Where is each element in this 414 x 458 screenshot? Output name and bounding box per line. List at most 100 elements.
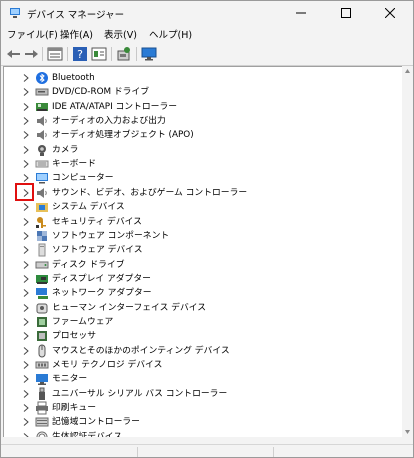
scan-hardware-icon[interactable] bbox=[116, 46, 132, 62]
tree-item-label: ディスク ドライブ bbox=[52, 259, 125, 270]
keyboard-icon bbox=[35, 160, 49, 168]
maximize-button[interactable] bbox=[323, 1, 369, 25]
tree-item[interactable]: IDE ATA/ATAPI コントローラー bbox=[4, 100, 402, 114]
speaker-icon bbox=[37, 130, 47, 141]
tree-item[interactable]: モニター bbox=[4, 372, 402, 386]
dvd-drive-icon bbox=[35, 88, 49, 96]
tree-item[interactable]: メモリ テクノロジ デバイス bbox=[4, 358, 402, 372]
chevron-right-icon[interactable] bbox=[23, 203, 29, 212]
menu-view[interactable]: 表示(V) bbox=[104, 27, 137, 41]
device-tree[interactable]: Bluetooth DVD/CD-ROM ドライブ IDE ATA/ATAPI コン… bbox=[3, 66, 403, 438]
printer-icon bbox=[36, 401, 48, 415]
tree-item[interactable]: ファームウェア bbox=[4, 315, 402, 329]
menu-file[interactable]: ファイル(F) bbox=[7, 27, 58, 41]
chevron-right-icon[interactable] bbox=[23, 289, 29, 298]
close-button[interactable] bbox=[367, 1, 413, 25]
chevron-right-icon[interactable] bbox=[23, 389, 29, 398]
software-device-icon bbox=[38, 243, 46, 257]
chevron-right-icon[interactable] bbox=[23, 174, 29, 183]
tree-item[interactable]: プロセッサ bbox=[4, 329, 402, 343]
properties-icon[interactable] bbox=[47, 46, 63, 62]
tree-item[interactable]: システム デバイス bbox=[4, 200, 402, 214]
tree-item[interactable]: Bluetooth bbox=[4, 71, 402, 85]
chevron-right-icon[interactable] bbox=[23, 260, 29, 269]
help-icon[interactable]: ? bbox=[72, 46, 88, 62]
chevron-right-icon[interactable] bbox=[23, 145, 29, 154]
chevron-right-icon[interactable] bbox=[23, 131, 29, 140]
monitor-icon[interactable] bbox=[141, 46, 157, 62]
speaker-icon bbox=[37, 116, 47, 127]
chevron-right-icon[interactable] bbox=[23, 418, 29, 427]
vertical-scrollbar[interactable] bbox=[402, 66, 413, 438]
tree-item[interactable]: 記憶域コントローラー bbox=[4, 415, 402, 429]
toolbar-separator bbox=[136, 47, 137, 61]
tree-item[interactable]: カメラ bbox=[4, 143, 402, 157]
horizontal-scrollbar[interactable] bbox=[3, 437, 402, 444]
chevron-right-icon[interactable] bbox=[23, 375, 29, 384]
chevron-right-icon[interactable] bbox=[23, 318, 29, 326]
tree-item-label: プロセッサ bbox=[52, 331, 96, 342]
tree-item[interactable]: ディスク ドライブ bbox=[4, 258, 402, 272]
status-divider bbox=[273, 447, 274, 457]
tree-item[interactable]: セキュリティ デバイス bbox=[4, 215, 402, 229]
tree-item[interactable]: サウンド、ビデオ、およびゲーム コントローラー bbox=[4, 182, 402, 201]
tree-item[interactable]: マウスとそのほかのポインティング デバイス bbox=[4, 344, 402, 358]
scroll-up-icon bbox=[405, 69, 410, 73]
tree-item[interactable]: ソフトウェア デバイス bbox=[4, 243, 402, 257]
back-arrow-icon[interactable] bbox=[6, 46, 22, 62]
toolbar: ? bbox=[1, 42, 413, 66]
tree-item[interactable]: DVD/CD-ROM ドライブ bbox=[4, 85, 402, 99]
tree-item-label: キーボード bbox=[52, 159, 96, 170]
chevron-right-icon[interactable] bbox=[23, 117, 29, 125]
tree-item-label: カメラ bbox=[52, 144, 79, 155]
chevron-right-icon[interactable] bbox=[23, 361, 29, 369]
chevron-right-icon[interactable] bbox=[23, 88, 29, 97]
svg-text:?: ? bbox=[77, 48, 83, 61]
processor-icon bbox=[37, 331, 47, 342]
tree-item-label: ヒューマン インターフェイス デバイス bbox=[52, 302, 207, 313]
mouse-icon bbox=[38, 344, 46, 358]
chevron-right-icon[interactable] bbox=[23, 231, 29, 240]
security-key-icon bbox=[36, 216, 46, 228]
window-title: デバイス マネージャー bbox=[27, 10, 125, 21]
chevron-right-icon[interactable] bbox=[23, 160, 29, 168]
tree-item-label: コンピューター bbox=[52, 173, 114, 184]
tree-item-label: ネットワーク アダプター bbox=[52, 288, 152, 299]
chevron-right-icon[interactable] bbox=[23, 246, 29, 255]
toolbar-separator bbox=[67, 47, 68, 61]
chevron-right-icon[interactable] bbox=[23, 404, 29, 412]
tree-item[interactable]: 印刷キュー bbox=[4, 401, 402, 415]
chevron-right-icon[interactable] bbox=[23, 188, 29, 197]
chevron-right-icon[interactable] bbox=[23, 346, 29, 355]
usb-icon bbox=[39, 387, 45, 400]
tree-item[interactable]: キーボード bbox=[4, 157, 402, 171]
device-manager-app-icon bbox=[10, 8, 20, 18]
view-icon[interactable] bbox=[91, 46, 107, 62]
display-adapter-icon bbox=[36, 274, 48, 284]
bluetooth-icon bbox=[36, 72, 48, 84]
menu-action[interactable]: 操作(A) bbox=[60, 27, 93, 41]
tree-item-label: ディスプレイ アダプター bbox=[52, 273, 151, 284]
chevron-right-icon[interactable] bbox=[23, 275, 29, 283]
memory-icon bbox=[35, 361, 49, 369]
tree-item-label: マウスとそのほかのポインティング デバイス bbox=[52, 345, 230, 356]
tree-item[interactable]: オーディオ処理オブジェクト (APO) bbox=[4, 128, 402, 142]
chevron-right-icon[interactable] bbox=[23, 332, 29, 341]
tree-item[interactable]: ヒューマン インターフェイス デバイス bbox=[4, 301, 402, 315]
disk-drive-icon bbox=[35, 261, 49, 269]
tree-item[interactable]: ユニバーサル シリアル バス コントローラー bbox=[4, 387, 402, 401]
chevron-right-icon[interactable] bbox=[23, 102, 29, 111]
forward-arrow-icon[interactable] bbox=[23, 46, 39, 62]
tree-item[interactable]: ディスプレイ アダプター bbox=[4, 272, 402, 286]
tree-item[interactable]: オーディオの入力および出力 bbox=[4, 114, 402, 128]
chevron-right-icon[interactable] bbox=[23, 217, 29, 226]
sound-icon bbox=[37, 187, 47, 198]
minimize-button[interactable] bbox=[278, 1, 324, 25]
tree-item[interactable]: ソフトウェア コンポーネント bbox=[4, 229, 402, 243]
tree-item[interactable]: コンピューター bbox=[4, 171, 402, 185]
menu-help[interactable]: ヘルプ(H) bbox=[149, 27, 192, 41]
ide-controller-icon bbox=[36, 102, 48, 111]
chevron-right-icon[interactable] bbox=[23, 303, 29, 312]
tree-item[interactable]: ネットワーク アダプター bbox=[4, 286, 402, 300]
chevron-right-icon[interactable] bbox=[23, 74, 29, 82]
